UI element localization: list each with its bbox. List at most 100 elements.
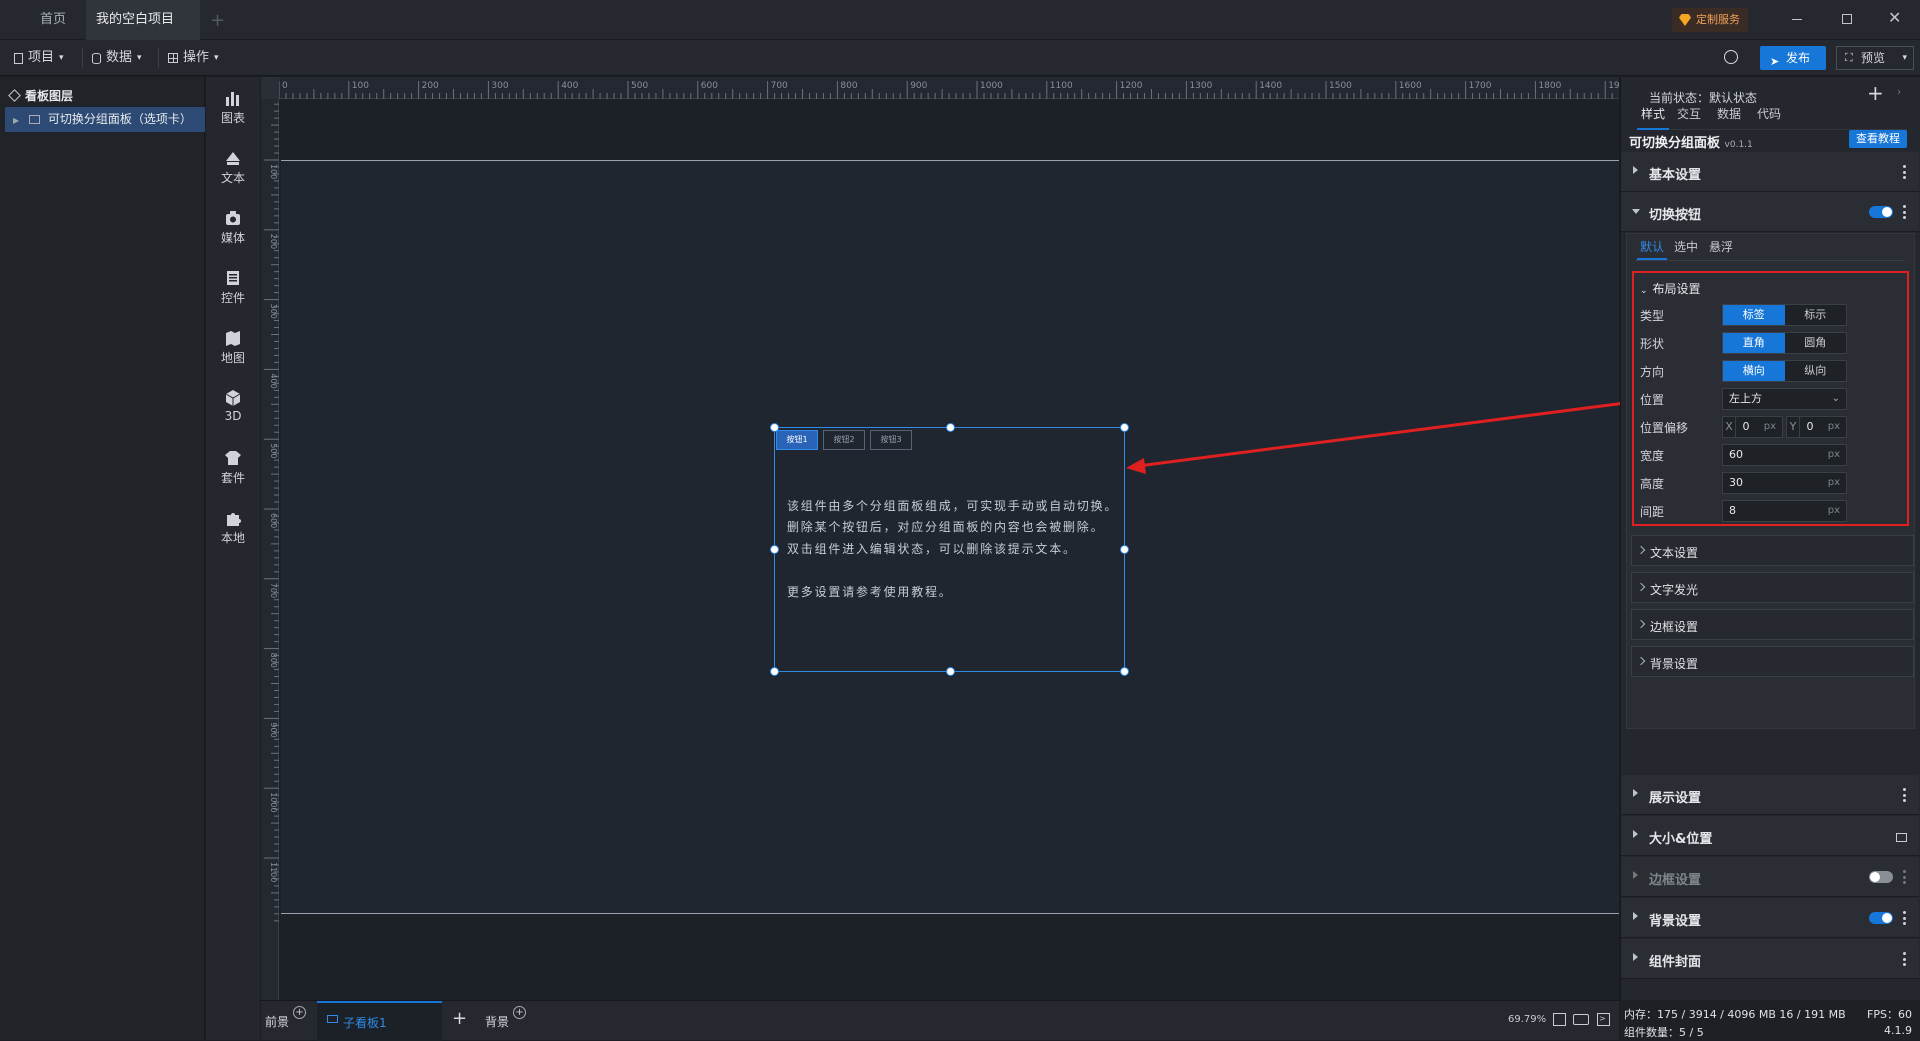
width-input[interactable]: 60 px bbox=[1722, 444, 1847, 466]
state-tab-default[interactable]: 默认 bbox=[1637, 238, 1668, 260]
tab-code[interactable]: 代码 bbox=[1757, 105, 1781, 122]
subsection-text-glow[interactable]: 文字发光 bbox=[1631, 572, 1914, 603]
widget-tab-1[interactable]: 按钮1 bbox=[776, 430, 818, 450]
tab-project[interactable]: 我的空白项目 bbox=[86, 0, 200, 64]
subsection-border[interactable]: 边框设置 bbox=[1631, 609, 1914, 640]
shape-option-round[interactable]: 圆角 bbox=[1784, 333, 1846, 353]
resize-handle[interactable] bbox=[770, 667, 779, 676]
state-tab-hover[interactable]: 悬浮 bbox=[1709, 238, 1733, 255]
component-chart[interactable]: 图表 bbox=[206, 89, 260, 126]
restore-icon[interactable] bbox=[1842, 14, 1852, 24]
tab-background[interactable]: 背景 bbox=[485, 1013, 509, 1030]
lock-icon[interactable] bbox=[1896, 833, 1907, 842]
keyboard-icon[interactable] bbox=[1573, 1014, 1589, 1025]
add-state-icon[interactable]: + bbox=[1867, 81, 1884, 105]
switch-buttons-toggle[interactable] bbox=[1869, 206, 1893, 218]
resize-handle[interactable] bbox=[1120, 545, 1129, 554]
caret-right-icon[interactable]: ▶ bbox=[13, 116, 19, 125]
tab-foreground[interactable]: 前景 bbox=[265, 1013, 289, 1030]
tutorial-button[interactable]: 查看教程 bbox=[1849, 130, 1907, 148]
search-icon[interactable] bbox=[1724, 50, 1738, 64]
add-circle-icon[interactable]: + bbox=[513, 1006, 526, 1019]
close-icon[interactable]: ✕ bbox=[1888, 8, 1901, 27]
tab-data[interactable]: 数据 bbox=[1717, 105, 1741, 122]
background-toggle[interactable] bbox=[1869, 912, 1893, 924]
tab-home[interactable]: 首页 bbox=[18, 0, 88, 40]
resize-handle[interactable] bbox=[946, 423, 955, 432]
layout-settings-title[interactable]: ⌄ 布局设置 bbox=[1640, 280, 1701, 297]
chevron-right-icon[interactable]: › bbox=[1897, 85, 1901, 98]
tab-style[interactable]: 样式 bbox=[1637, 105, 1670, 130]
tab-interaction[interactable]: 交互 bbox=[1677, 105, 1701, 122]
component-control[interactable]: 控件 bbox=[206, 269, 260, 306]
fit-screen-icon[interactable] bbox=[1553, 1013, 1566, 1026]
more-icon[interactable] bbox=[1903, 165, 1907, 179]
widget-tab-3[interactable]: 按钮3 bbox=[870, 430, 912, 450]
component-map[interactable]: 地图 bbox=[206, 329, 260, 366]
section-border[interactable]: 边框设置 bbox=[1621, 857, 1919, 897]
component-text[interactable]: 文本 bbox=[206, 149, 260, 186]
add-board-icon[interactable]: + bbox=[452, 1008, 467, 1029]
tab-subboard[interactable]: 子看板1 bbox=[317, 1001, 442, 1041]
component-kit[interactable]: 套件 bbox=[206, 449, 260, 486]
shape-option-square[interactable]: 直角 bbox=[1723, 333, 1785, 353]
preview-button[interactable]: ⛶ 预览 ▾ bbox=[1836, 46, 1914, 70]
component-3d[interactable]: 3D bbox=[206, 389, 260, 423]
more-icon[interactable] bbox=[1903, 788, 1907, 802]
type-segmented[interactable]: 标签 标示 bbox=[1722, 304, 1847, 326]
layer-item[interactable]: ▶ 可切换分组面板（选项卡） bbox=[5, 107, 205, 132]
section-basic[interactable]: 基本设置 bbox=[1621, 152, 1919, 192]
subsection-background[interactable]: 背景设置 bbox=[1631, 646, 1914, 677]
publish-button[interactable]: ➤ 发布 bbox=[1760, 46, 1826, 70]
menu-operation[interactable]: 操作 ▾ bbox=[168, 40, 219, 76]
chevron-down-icon[interactable]: ▾ bbox=[1902, 47, 1907, 69]
chevron-down-icon: ⌄ bbox=[1640, 286, 1648, 296]
section-background[interactable]: 背景设置 bbox=[1621, 898, 1919, 938]
direction-segmented[interactable]: 横向 纵向 bbox=[1722, 360, 1847, 382]
ruler-label: 200 bbox=[422, 81, 439, 91]
direction-option-horizontal[interactable]: 横向 bbox=[1723, 361, 1785, 381]
position-select[interactable]: 左上方 ⌄ bbox=[1722, 388, 1847, 410]
add-circle-icon[interactable]: + bbox=[293, 1006, 306, 1019]
ruler-left[interactable]: 100 200 300 400 500 600 700 800 900 1000 1100 bbox=[261, 99, 279, 1000]
ruler-top-ticks: 0 100 200 300 400 500 600 700 800 900 1000 1100 1200… bbox=[279, 81, 1619, 99]
section-switch-buttons[interactable]: 切换按钮 bbox=[1621, 192, 1919, 232]
menu-project[interactable]: 项目 ▾ bbox=[14, 40, 64, 76]
component-media[interactable]: 媒体 bbox=[206, 209, 260, 246]
state-tab-selected[interactable]: 选中 bbox=[1674, 238, 1698, 255]
terminal-icon[interactable]: > bbox=[1597, 1013, 1610, 1026]
offset-y-input[interactable]: Y 0 px bbox=[1786, 416, 1847, 438]
more-icon[interactable] bbox=[1903, 870, 1907, 884]
widget-hint-line: 更多设置请参考使用教程。 bbox=[787, 585, 953, 599]
resize-handle[interactable] bbox=[946, 667, 955, 676]
type-option-tag[interactable]: 标签 bbox=[1723, 305, 1785, 325]
more-icon[interactable] bbox=[1903, 205, 1907, 219]
more-icon[interactable] bbox=[1903, 911, 1907, 925]
section-display[interactable]: 展示设置 bbox=[1621, 775, 1919, 815]
tab-panel-widget[interactable]: 按钮1 按钮2 按钮3 该组件由多个分组面板组成，可实现手动或自动切换。 删除某… bbox=[770, 423, 1129, 676]
section-cover[interactable]: 组件封面 bbox=[1621, 939, 1919, 979]
direction-option-vertical[interactable]: 纵向 bbox=[1784, 361, 1846, 381]
gap-input[interactable]: 8 px bbox=[1722, 500, 1847, 522]
ruler-corner bbox=[261, 77, 279, 99]
type-option-mark[interactable]: 标示 bbox=[1784, 305, 1846, 325]
ruler-top[interactable]: 0 100 200 300 400 500 600 700 800 900 1000 1100 1200… bbox=[279, 77, 1619, 99]
widget-tab-2[interactable]: 按钮2 bbox=[823, 430, 865, 450]
menu-data[interactable]: 数据 ▾ bbox=[92, 40, 142, 76]
more-icon[interactable] bbox=[1903, 952, 1907, 966]
resize-handle[interactable] bbox=[770, 423, 779, 432]
resize-handle[interactable] bbox=[770, 545, 779, 554]
custom-service-button[interactable]: 定制服务 bbox=[1672, 8, 1748, 32]
zoom-level[interactable]: 69.79% bbox=[1508, 1014, 1546, 1025]
shape-segmented[interactable]: 直角 圆角 bbox=[1722, 332, 1847, 354]
border-toggle[interactable] bbox=[1869, 871, 1893, 883]
subsection-text[interactable]: 文本设置 bbox=[1631, 535, 1914, 566]
add-tab-icon[interactable]: + bbox=[210, 10, 225, 31]
section-size-position[interactable]: 大小&位置 bbox=[1621, 816, 1919, 856]
chevron-right-icon bbox=[1636, 619, 1646, 629]
component-local[interactable]: 本地 bbox=[206, 509, 260, 546]
offset-x-input[interactable]: X 0 px bbox=[1722, 416, 1783, 438]
height-input[interactable]: 30 px bbox=[1722, 472, 1847, 494]
resize-handle[interactable] bbox=[1120, 667, 1129, 676]
minimize-icon[interactable] bbox=[1792, 19, 1802, 20]
